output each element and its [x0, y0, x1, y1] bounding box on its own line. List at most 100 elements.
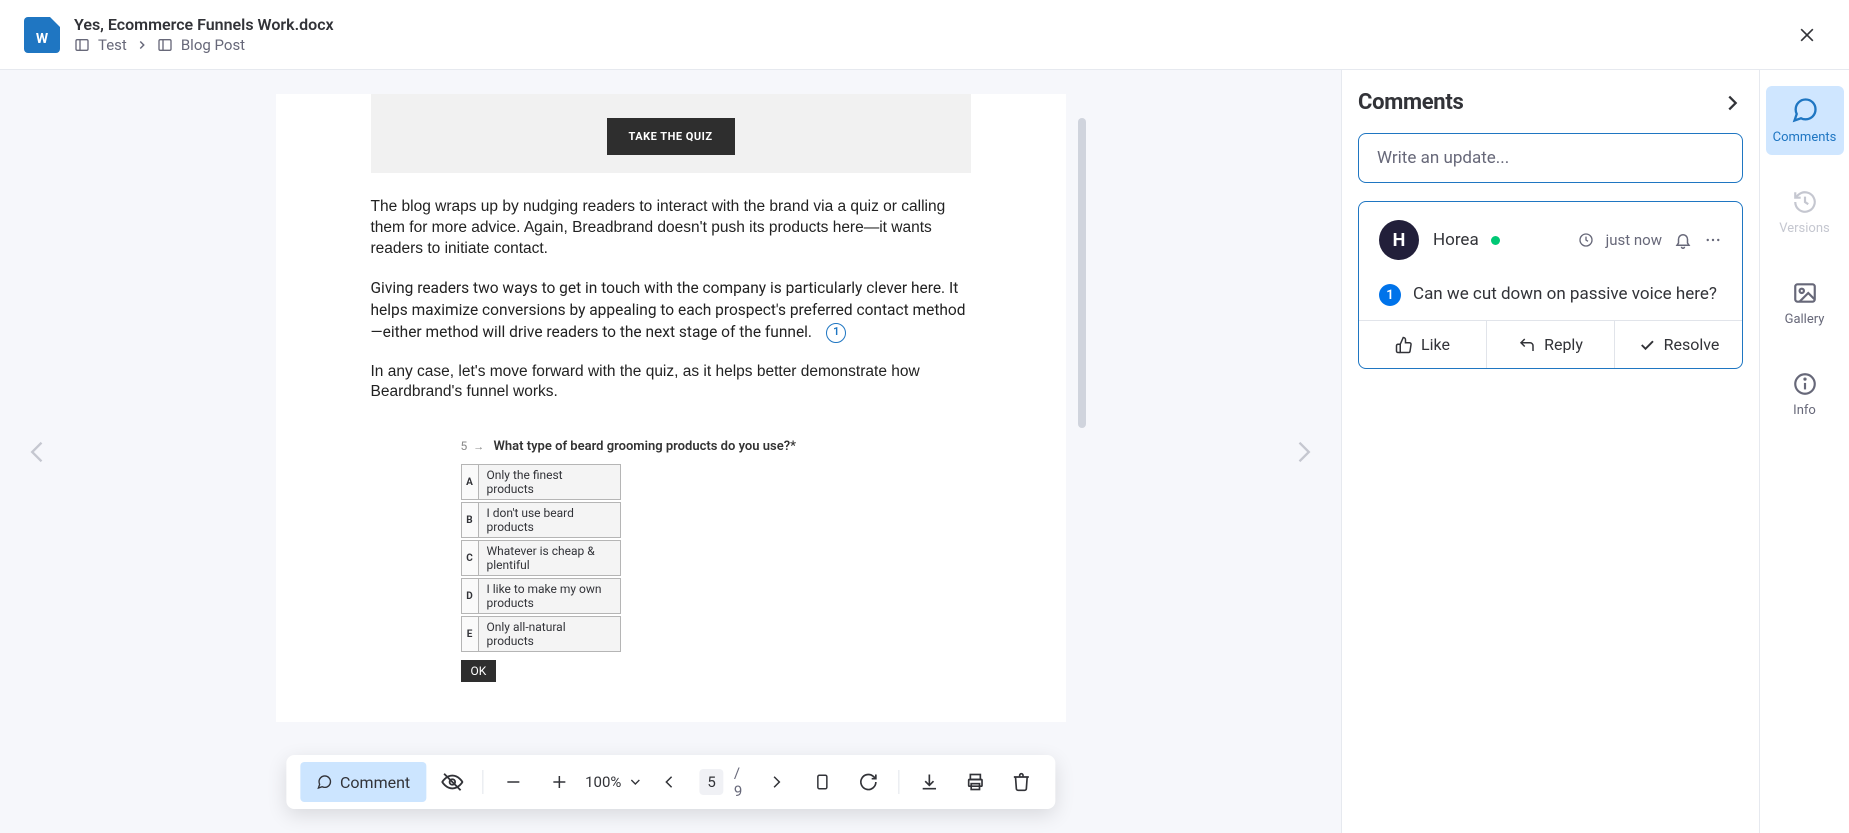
breadcrumb-item[interactable]: Blog Post — [181, 36, 245, 54]
download-icon — [919, 772, 939, 792]
quiz-option: DI like to make my own products — [461, 578, 621, 614]
comment-author: Horea — [1433, 230, 1479, 250]
presence-dot — [1491, 236, 1500, 245]
bell-icon[interactable] — [1674, 231, 1692, 249]
page-icon — [813, 771, 831, 793]
quiz-ok-button: OK — [461, 660, 497, 682]
comment-number-badge: 1 — [1379, 284, 1401, 306]
close-icon — [1797, 25, 1817, 45]
right-rail: Comments Versions Gallery Info — [1759, 70, 1849, 833]
arrow-right-icon: → — [473, 440, 484, 453]
document-page: TAKE THE QUIZ The blog wraps up by nudgi… — [276, 94, 1066, 722]
next-page-button[interactable] — [756, 762, 796, 802]
viewer-toolbar: Comment 100% 5 / 9 — [286, 755, 1055, 809]
thumbs-up-icon — [1395, 336, 1413, 354]
comment-text: Can we cut down on passive voice here? — [1413, 284, 1717, 304]
doc-type-letter: W — [36, 31, 48, 47]
paragraph-text: Giving readers two ways to get in touch … — [371, 279, 966, 341]
like-button[interactable]: Like — [1359, 321, 1486, 368]
quiz-option: AOnly the finest products — [461, 464, 621, 500]
reply-button[interactable]: Reply — [1486, 321, 1614, 368]
chevron-right-icon — [767, 773, 785, 791]
chevron-down-icon[interactable] — [627, 774, 643, 790]
resolve-label: Resolve — [1664, 335, 1720, 354]
promo-banner: TAKE THE QUIZ — [371, 94, 971, 173]
resolve-button[interactable]: Resolve — [1614, 321, 1742, 368]
plus-icon — [550, 773, 568, 791]
chevron-right-icon — [1289, 438, 1317, 466]
comment-mode-button[interactable]: Comment — [300, 762, 426, 802]
check-icon — [1638, 336, 1656, 354]
quiz-option: EOnly all-natural products — [461, 616, 621, 652]
chevron-right-icon — [1721, 92, 1743, 114]
sidebar-label: Info — [1793, 403, 1816, 418]
paragraph: In any case, let's move forward with the… — [371, 362, 971, 404]
trash-icon — [1011, 772, 1031, 792]
clock-icon — [1578, 232, 1594, 248]
delete-button[interactable] — [1001, 762, 1041, 802]
doc-type-icon: W — [24, 17, 60, 53]
more-icon[interactable] — [1704, 231, 1722, 249]
document-viewer: TAKE THE QUIZ The blog wraps up by nudgi… — [0, 70, 1341, 833]
avatar: H — [1379, 220, 1419, 260]
sidebar-tab-gallery[interactable]: Gallery — [1766, 270, 1844, 337]
total-pages: / 9 — [734, 764, 746, 800]
sidebar-tab-info[interactable]: Info — [1766, 361, 1844, 428]
quiz-option: BI don't use beard products — [461, 502, 621, 538]
eye-off-icon — [441, 771, 463, 793]
board-icon — [157, 37, 173, 53]
comment-label: Comment — [340, 773, 410, 792]
paragraph: The blog wraps up by nudging readers to … — [371, 197, 971, 260]
board-icon — [74, 37, 90, 53]
print-icon — [965, 772, 985, 792]
quiz-question: What type of beard grooming products do … — [493, 439, 795, 454]
close-button[interactable] — [1789, 17, 1825, 53]
header: W Yes, Ecommerce Funnels Work.docx Test … — [0, 0, 1849, 70]
prev-file-button[interactable] — [12, 426, 64, 478]
comment-card[interactable]: H Horea just now 1 Can we cut down on pa… — [1358, 201, 1743, 369]
comment-icon — [1791, 96, 1819, 124]
next-file-button[interactable] — [1277, 426, 1329, 478]
sidebar-tab-comments[interactable]: Comments — [1766, 86, 1844, 155]
comment-time: just now — [1606, 231, 1662, 249]
breadcrumb-item[interactable]: Test — [98, 36, 127, 54]
chevron-left-icon — [660, 773, 678, 791]
promo-cta-button: TAKE THE QUIZ — [607, 118, 735, 155]
quiz-number: 5 — [461, 439, 468, 453]
page-scrollbar[interactable] — [1078, 118, 1086, 598]
history-icon — [1792, 189, 1818, 215]
prev-page-button[interactable] — [649, 762, 689, 802]
zoom-level: 100% — [585, 773, 621, 791]
chevron-right-icon — [135, 38, 149, 52]
reply-icon — [1518, 336, 1536, 354]
annotation-visibility-button[interactable] — [432, 762, 472, 802]
comment-icon — [316, 772, 332, 792]
sidebar-label: Versions — [1779, 221, 1829, 236]
fit-page-button[interactable] — [802, 762, 842, 802]
comments-panel: Comments Write an update... H Horea just… — [1341, 70, 1759, 833]
write-update-input[interactable]: Write an update... — [1358, 133, 1743, 183]
collapse-panel-button[interactable] — [1721, 92, 1743, 114]
quiz-screenshot: 5 → What type of beard grooming products … — [461, 439, 971, 682]
print-button[interactable] — [955, 762, 995, 802]
breadcrumb[interactable]: Test Blog Post — [74, 36, 1789, 54]
minus-icon — [504, 773, 522, 791]
rotate-icon — [858, 772, 878, 792]
current-page[interactable]: 5 — [699, 769, 723, 795]
comments-title: Comments — [1358, 90, 1463, 115]
file-name: Yes, Ecommerce Funnels Work.docx — [74, 15, 1789, 34]
image-icon — [1792, 280, 1818, 306]
sidebar-label: Gallery — [1785, 312, 1825, 327]
info-icon — [1792, 371, 1818, 397]
comment-marker[interactable]: 1 — [826, 323, 846, 343]
download-button[interactable] — [909, 762, 949, 802]
sidebar-label: Comments — [1773, 130, 1837, 145]
paragraph: Giving readers two ways to get in touch … — [371, 278, 971, 344]
rotate-button[interactable] — [848, 762, 888, 802]
like-label: Like — [1421, 335, 1450, 354]
zoom-out-button[interactable] — [493, 762, 533, 802]
sidebar-tab-versions[interactable]: Versions — [1766, 179, 1844, 246]
reply-label: Reply — [1544, 335, 1583, 354]
quiz-option: CWhatever is cheap & plentiful — [461, 540, 621, 576]
zoom-in-button[interactable] — [539, 762, 579, 802]
